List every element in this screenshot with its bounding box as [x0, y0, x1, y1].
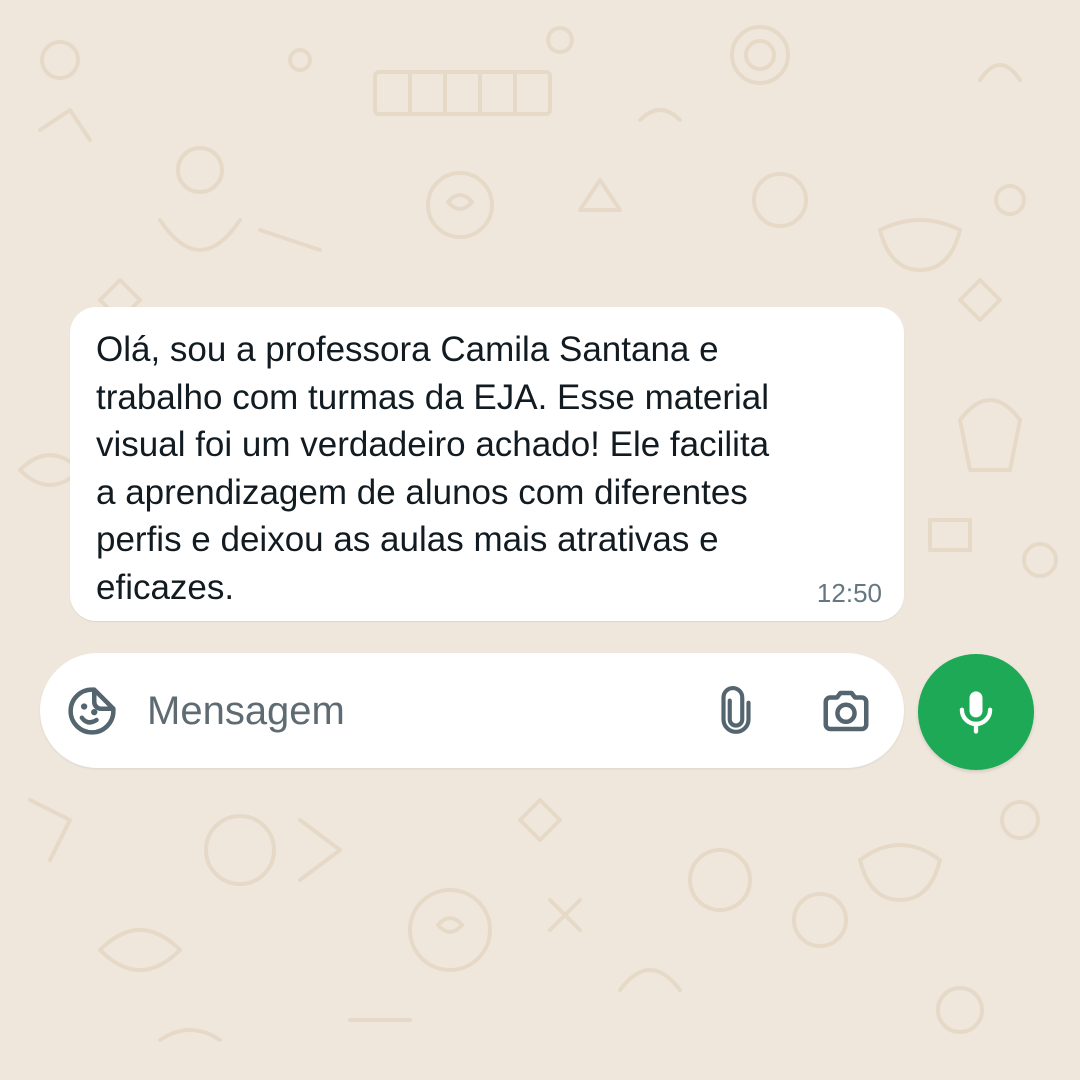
message-input[interactable]: Mensagem	[147, 688, 345, 734]
microphone-icon	[959, 691, 993, 734]
message-composer[interactable]: Mensagem	[40, 653, 904, 768]
message-text: Olá, sou a professora Camila Santana e t…	[96, 330, 770, 607]
attach-button[interactable]	[706, 681, 766, 741]
camera-icon	[823, 690, 869, 732]
sticker-button[interactable]	[62, 681, 122, 741]
chat-area: Olá, sou a professora Camila Santana e t…	[0, 0, 1080, 1080]
message-timestamp: 12:50	[816, 578, 882, 608]
camera-button[interactable]	[816, 681, 876, 741]
sticker-icon	[68, 687, 116, 735]
incoming-message-bubble[interactable]: Olá, sou a professora Camila Santana e t…	[70, 307, 904, 621]
voice-message-button[interactable]	[918, 654, 1034, 770]
paperclip-icon	[721, 686, 751, 734]
